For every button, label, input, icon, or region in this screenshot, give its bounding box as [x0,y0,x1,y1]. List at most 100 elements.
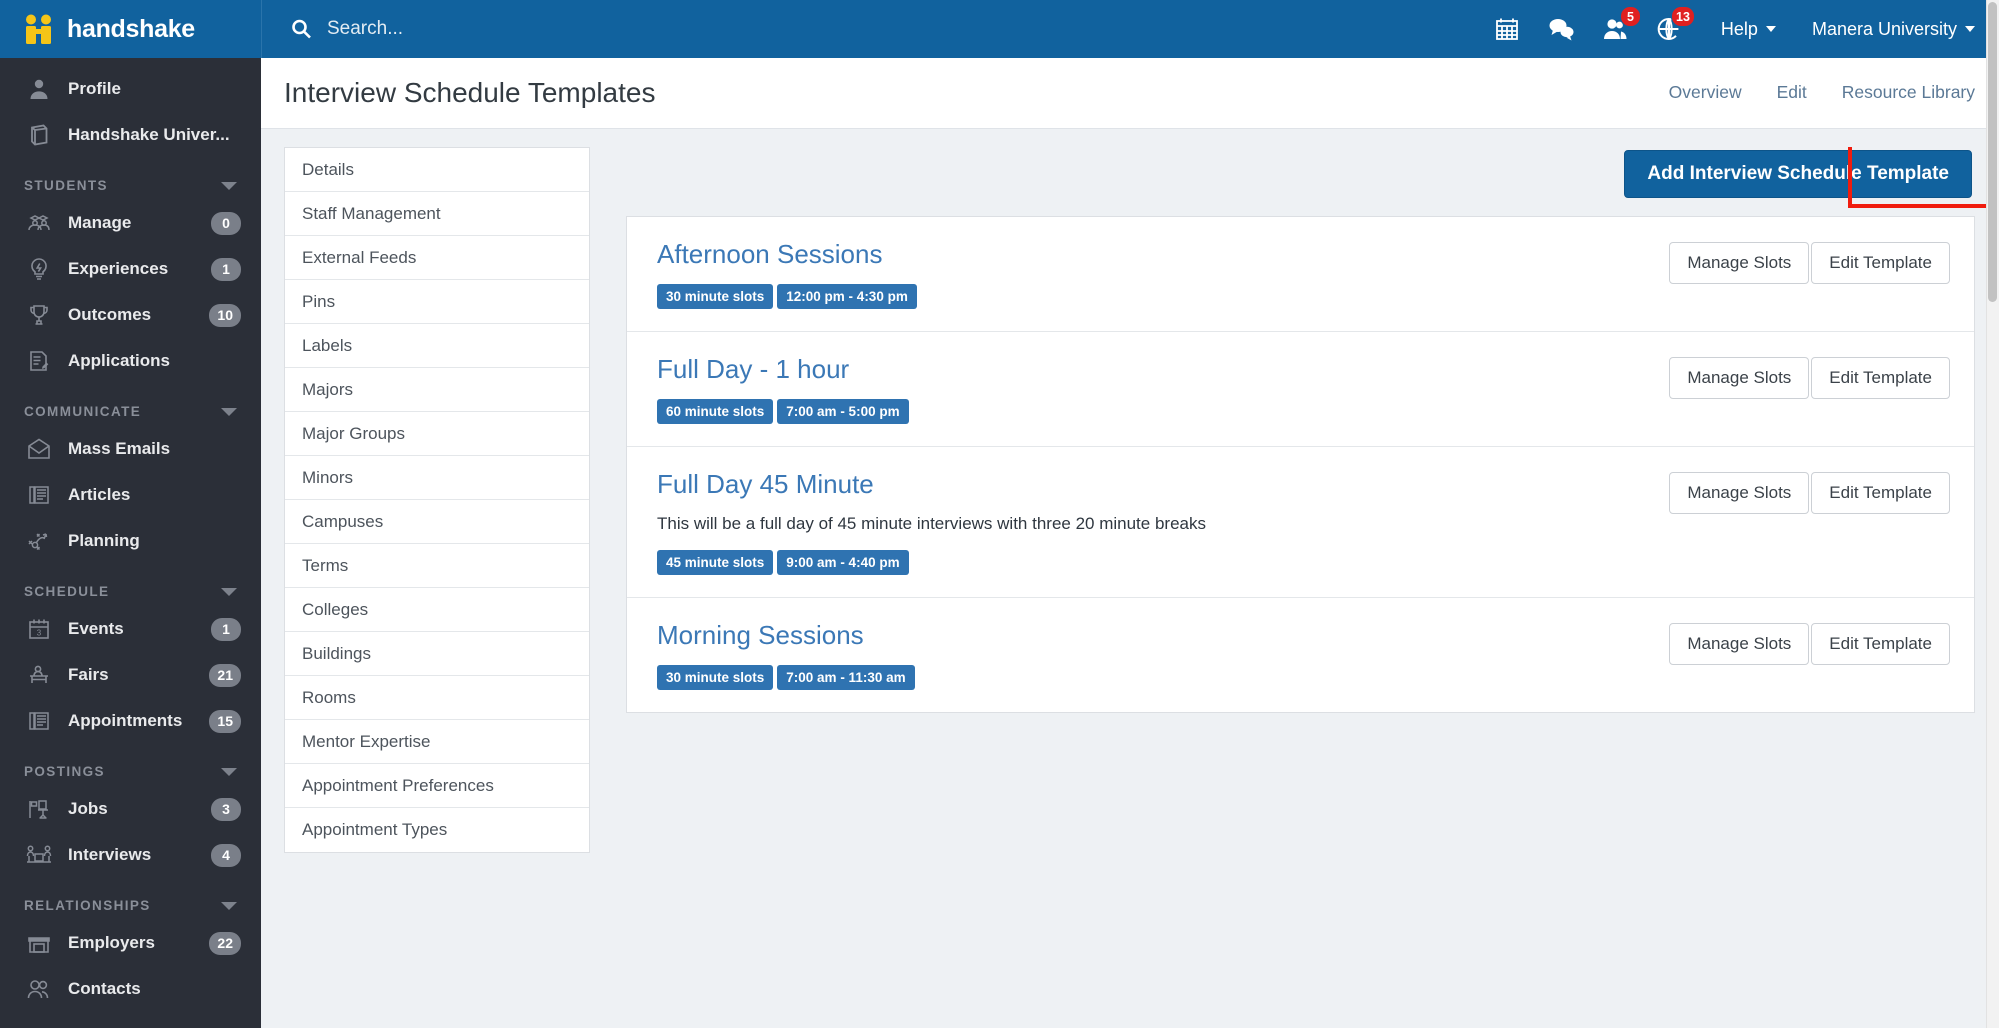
settings-item-minors[interactable]: Minors [285,456,589,500]
settings-item-appointment-types[interactable]: Appointment Types [285,808,589,852]
app-root: handshake Profile [0,0,1999,1028]
manage-slots-button[interactable]: Manage Slots [1669,357,1809,399]
table-row: Afternoon Sessions 30 minute slots 12:00… [627,217,1974,332]
people-icon[interactable]: 5 [1599,13,1631,45]
settings-item-buildings[interactable]: Buildings [285,632,589,676]
brand-logo[interactable]: handshake [0,0,261,58]
newspaper-icon [24,482,54,508]
sidebar-item-label: Planning [68,531,241,551]
sidebar-item-contacts[interactable]: Contacts [0,966,261,1012]
tag-row: 60 minute slots 7:00 am - 5:00 pm [657,399,1669,424]
table-row: Full Day - 1 hour 60 minute slots 7:00 a… [627,332,1974,447]
desk-chair-icon [24,796,54,822]
manage-slots-button[interactable]: Manage Slots [1669,623,1809,665]
sidebar-item-interviews[interactable]: Interviews 4 [0,832,261,878]
template-title[interactable]: Full Day 45 Minute [657,469,874,500]
settings-item-rooms[interactable]: Rooms [285,676,589,720]
settings-item-mentor-expertise[interactable]: Mentor Expertise [285,720,589,764]
sidebar-item-profile[interactable]: Profile [0,66,261,112]
messages-icon[interactable] [1545,13,1577,45]
settings-item-appointment-preferences[interactable]: Appointment Preferences [285,764,589,808]
row-actions: Manage Slots Edit Template [1669,354,1950,399]
settings-item-staff-management[interactable]: Staff Management [285,192,589,236]
sidebar-item-manage[interactable]: Manage 0 [0,200,261,246]
sidebar-item-appointments[interactable]: Appointments 15 [0,698,261,744]
sidebar-section-postings[interactable]: POSTINGS [0,744,261,786]
settings-item-external-feeds[interactable]: External Feeds [285,236,589,280]
tag-row: 45 minute slots 9:00 am - 4:40 pm [657,550,1669,575]
settings-item-campuses[interactable]: Campuses [285,500,589,544]
sidebar-item-experiences[interactable]: Experiences 1 [0,246,261,292]
sidebar-badge: 1 [211,258,241,281]
sidebar-item-mass-emails[interactable]: Mass Emails [0,426,261,472]
manage-slots-button[interactable]: Manage Slots [1669,472,1809,514]
document-edit-icon [24,348,54,374]
sidebar-item-employers[interactable]: Employers 22 [0,920,261,966]
page-nav-overview[interactable]: Overview [1669,82,1742,103]
row-actions: Manage Slots Edit Template [1669,239,1950,284]
account-menu[interactable]: Manera University [1812,19,1975,40]
settings-item-colleges[interactable]: Colleges [285,588,589,632]
sidebar-nav: Profile Handshake Univer... STUDENTS [0,58,261,1028]
page-nav-resource-library[interactable]: Resource Library [1842,82,1975,103]
settings-item-majors[interactable]: Majors [285,368,589,412]
help-menu[interactable]: Help [1721,19,1776,40]
sidebar-item-label: Employers [68,933,201,953]
sidebar-item-applications[interactable]: Applications [0,338,261,384]
settings-item-major-groups[interactable]: Major Groups [285,412,589,456]
template-title[interactable]: Afternoon Sessions [657,239,882,270]
notifications-icon[interactable]: 13 [1653,13,1685,45]
sidebar-item-planning[interactable]: Planning [0,518,261,564]
template-info: Afternoon Sessions 30 minute slots 12:00… [657,239,1669,309]
contacts-icon [24,976,54,1002]
top-icon-group: 5 13 Help Manera University [1491,13,1975,45]
edit-template-button[interactable]: Edit Template [1811,623,1950,665]
help-label: Help [1721,19,1758,40]
person-icon [24,76,54,102]
section-title: POSTINGS [24,764,105,779]
sidebar-badge: 0 [211,212,241,235]
settings-item-details[interactable]: Details [285,148,589,192]
handshake-logo-icon [22,14,56,44]
edit-template-button[interactable]: Edit Template [1811,357,1950,399]
sidebar-item-jobs[interactable]: Jobs 3 [0,786,261,832]
sidebar-item-fairs[interactable]: Fairs 21 [0,652,261,698]
edit-template-button[interactable]: Edit Template [1811,242,1950,284]
sidebar-item-label: Contacts [68,979,241,999]
sidebar-section-students[interactable]: STUDENTS [0,158,261,200]
chevron-down-icon [221,588,237,596]
time-range-badge: 9:00 am - 4:40 pm [777,550,908,575]
page-nav-edit[interactable]: Edit [1777,82,1807,103]
calendar-icon[interactable] [1491,13,1523,45]
settings-item-labels[interactable]: Labels [285,324,589,368]
sidebar-item-events[interactable]: 3 Events 1 [0,606,261,652]
book-icon [24,122,54,148]
scrollbar-thumb[interactable] [1988,2,1997,302]
sidebar-badge: 15 [209,710,241,733]
chevron-down-icon [221,408,237,416]
chevron-down-icon [221,182,237,190]
settings-item-pins[interactable]: Pins [285,280,589,324]
sidebar-item-handshake-university[interactable]: Handshake Univer... [0,112,261,158]
sidebar-item-articles[interactable]: Articles [0,472,261,518]
page-scrollbar[interactable] [1986,0,1999,1028]
section-title: COMMUNICATE [24,404,141,419]
sidebar-section-relationships[interactable]: RELATIONSHIPS [0,878,261,920]
students-icon [24,210,54,236]
sidebar-item-label: Events [68,619,203,639]
sidebar-section-communicate[interactable]: COMMUNICATE [0,384,261,426]
slot-duration-badge: 60 minute slots [657,399,773,424]
settings-item-terms[interactable]: Terms [285,544,589,588]
newspaper-icon [24,708,54,734]
sidebar-item-outcomes[interactable]: Outcomes 10 [0,292,261,338]
edit-template-button[interactable]: Edit Template [1811,472,1950,514]
manage-slots-button[interactable]: Manage Slots [1669,242,1809,284]
tag-row: 30 minute slots 12:00 pm - 4:30 pm [657,284,1669,309]
sidebar-item-label: Jobs [68,799,203,819]
add-interview-schedule-template-button[interactable]: Add Interview Schedule Template [1624,150,1972,198]
sidebar-item-label: Applications [68,351,241,371]
search-input[interactable]: Search... [261,0,1491,58]
template-title[interactable]: Morning Sessions [657,620,864,651]
sidebar-section-schedule[interactable]: SCHEDULE [0,564,261,606]
template-title[interactable]: Full Day - 1 hour [657,354,849,385]
